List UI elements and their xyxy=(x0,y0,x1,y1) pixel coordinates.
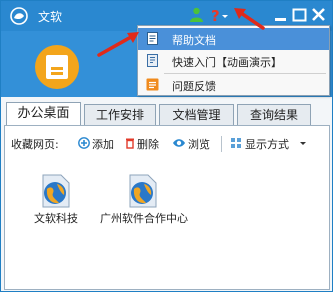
documents-logo-icon xyxy=(35,45,79,89)
tab-bar: 办公桌面 工作安排 文档管理 查询结果 xyxy=(1,102,332,127)
menu-item-quick-start[interactable]: 快速入门【动画演示】 xyxy=(138,50,329,72)
menu-item-label: 快速入门【动画演示】 xyxy=(172,56,282,69)
app-logo-icon xyxy=(10,7,28,25)
favorite-label: 广州软件合作中心 xyxy=(100,212,188,225)
eye-icon xyxy=(173,139,185,147)
tab-work-schedule[interactable]: 工作安排 xyxy=(84,104,156,126)
user-icon[interactable] xyxy=(188,7,205,23)
toolbar-divider xyxy=(221,136,222,152)
delete-icon xyxy=(126,138,134,149)
add-icon xyxy=(78,137,90,149)
chevron-down-icon[interactable] xyxy=(299,137,307,149)
tab-document-management[interactable]: 文档管理 xyxy=(159,104,234,126)
view-mode-button[interactable]: 显示方式 xyxy=(245,136,289,152)
delete-button[interactable]: 删除 xyxy=(137,136,159,152)
favorite-label: 文软科技 xyxy=(34,212,78,225)
help-doc-icon xyxy=(147,32,158,45)
add-button[interactable]: 添加 xyxy=(92,136,114,152)
menu-item-label: 帮助文档 xyxy=(172,34,216,47)
window-title: 文软 xyxy=(38,10,63,24)
web-link-icon xyxy=(129,174,157,208)
quick-start-icon xyxy=(147,54,158,67)
maximize-icon[interactable] xyxy=(291,7,308,23)
menu-item-help-docs[interactable]: 帮助文档 xyxy=(138,28,329,50)
menu-item-label: 问题反馈 xyxy=(172,80,216,93)
annotation-arrow-right xyxy=(234,8,265,30)
app-window: 文软 ? 办公桌面 工作安排 文档管理 查询结果 收藏网页: 添加 删除 浏览 … xyxy=(0,0,333,292)
favorites-toolbar: 收藏网页: 添加 删除 浏览 显示方式 xyxy=(11,133,321,153)
svg-text:?: ? xyxy=(211,7,220,23)
menu-item-feedback[interactable]: 问题反馈 xyxy=(138,74,329,96)
web-link-icon xyxy=(42,174,70,208)
close-icon[interactable] xyxy=(310,7,327,23)
tab-office-desktop[interactable]: 办公桌面 xyxy=(6,102,81,127)
browse-button[interactable]: 浏览 xyxy=(188,136,210,152)
feedback-icon xyxy=(146,78,159,91)
annotation-arrow-left xyxy=(97,32,139,57)
grid-view-icon xyxy=(231,138,241,148)
favorite-item[interactable]: 广州软件合作中心 xyxy=(98,173,198,239)
help-dropdown-menu: 帮助文档 快速入门【动画演示】 问题反馈 xyxy=(137,25,330,96)
favorites-label: 收藏网页: xyxy=(11,138,59,151)
help-dropdown-arrow-icon[interactable] xyxy=(220,7,230,23)
favorite-item[interactable]: 文软科技 xyxy=(23,173,93,233)
tab-query-results[interactable]: 查询结果 xyxy=(237,104,311,126)
minimize-icon[interactable] xyxy=(272,7,289,23)
